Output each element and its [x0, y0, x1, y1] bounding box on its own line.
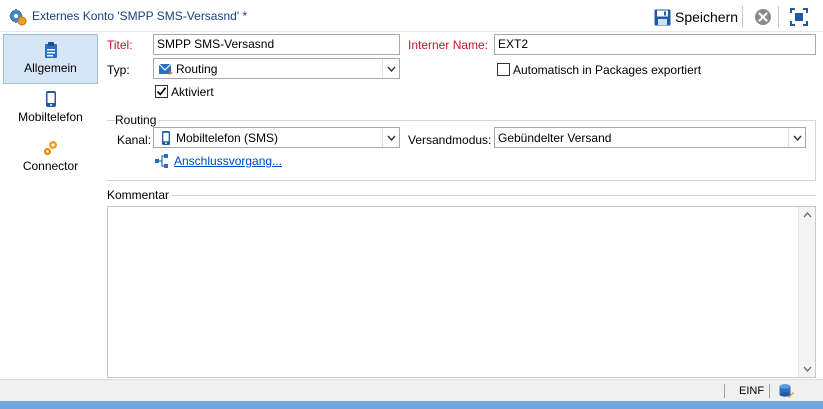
statusbar: EINF	[0, 379, 823, 401]
save-label: Speichern	[675, 9, 739, 25]
routing-icon	[158, 63, 173, 75]
scroll-up-icon[interactable]	[799, 207, 815, 223]
auto-export-checkbox[interactable]	[497, 63, 510, 76]
type-label: Typ:	[107, 63, 130, 77]
chevron-down-icon[interactable]	[788, 128, 805, 147]
workflow-icon	[155, 154, 168, 168]
internal-name-label: Interner Name:	[408, 38, 489, 52]
sidebar-item-connector[interactable]: Connector	[3, 133, 98, 183]
insert-mode-indicator: EINF	[739, 385, 765, 397]
comment-textarea[interactable]	[107, 206, 816, 378]
gears-icon	[43, 141, 57, 155]
enabled-checkbox[interactable]	[155, 85, 168, 98]
internal-name-field[interactable]: EXT2	[494, 34, 816, 55]
clipboard-icon	[44, 42, 57, 58]
statusbar-divider	[724, 384, 725, 398]
type-select-value: Routing	[176, 62, 218, 76]
enabled-label: Aktiviert	[171, 85, 214, 99]
database-icon	[779, 384, 794, 398]
window-titlebar: Externes Konto 'SMPP SMS-Versasnd' * Spe…	[0, 0, 823, 32]
save-icon	[654, 9, 671, 25]
sidebar-item-mobile[interactable]: Mobiltelefon	[3, 84, 98, 134]
comment-group	[107, 195, 816, 196]
window-title: Externes Konto 'SMPP SMS-Versasnd' *	[32, 9, 248, 23]
save-button[interactable]: Speichern	[652, 6, 740, 28]
chevron-down-icon[interactable]	[382, 59, 399, 78]
sidebar-item-label: Mobiltelefon	[18, 110, 83, 124]
toolbar-divider	[742, 6, 743, 28]
external-account-icon	[9, 9, 27, 26]
comment-scrollbar[interactable]	[798, 207, 815, 377]
maximize-icon[interactable]	[789, 7, 809, 27]
sidebar: Allgemein Mobiltelefon Connector	[0, 32, 100, 379]
checkmark-icon	[156, 87, 167, 96]
mobile-phone-icon	[162, 131, 170, 145]
title-label: Titel:	[107, 38, 133, 52]
mobile-phone-icon	[45, 91, 56, 107]
statusbar-divider	[769, 384, 770, 398]
sidebar-item-label: Allgemein	[24, 61, 77, 75]
close-icon[interactable]	[754, 8, 772, 26]
channel-select[interactable]: Mobiltelefon (SMS)	[153, 127, 400, 148]
routing-group-title: Routing	[115, 113, 160, 127]
sidebar-item-general[interactable]: Allgemein	[3, 34, 98, 84]
connection-process-link[interactable]: Anschlussvorgang...	[174, 154, 282, 168]
toolbar-divider	[778, 6, 779, 28]
scroll-down-icon[interactable]	[799, 361, 815, 377]
auto-export-label: Automatisch in Packages exportiert	[513, 63, 702, 77]
type-select[interactable]: Routing	[153, 58, 400, 79]
channel-label: Kanal:	[117, 133, 152, 147]
sidebar-item-label: Connector	[22, 159, 79, 173]
comment-group-title: Kommentar	[107, 188, 173, 202]
delivery-mode-label: Versandmodus:	[408, 133, 492, 147]
channel-select-value: Mobiltelefon (SMS)	[176, 131, 279, 145]
delivery-mode-select-value: Gebündelter Versand	[498, 131, 612, 145]
window-bottom-border	[0, 401, 823, 409]
chevron-down-icon[interactable]	[382, 128, 399, 147]
delivery-mode-select[interactable]: Gebündelter Versand	[494, 127, 806, 148]
title-field[interactable]: SMPP SMS-Versasnd	[153, 34, 400, 55]
